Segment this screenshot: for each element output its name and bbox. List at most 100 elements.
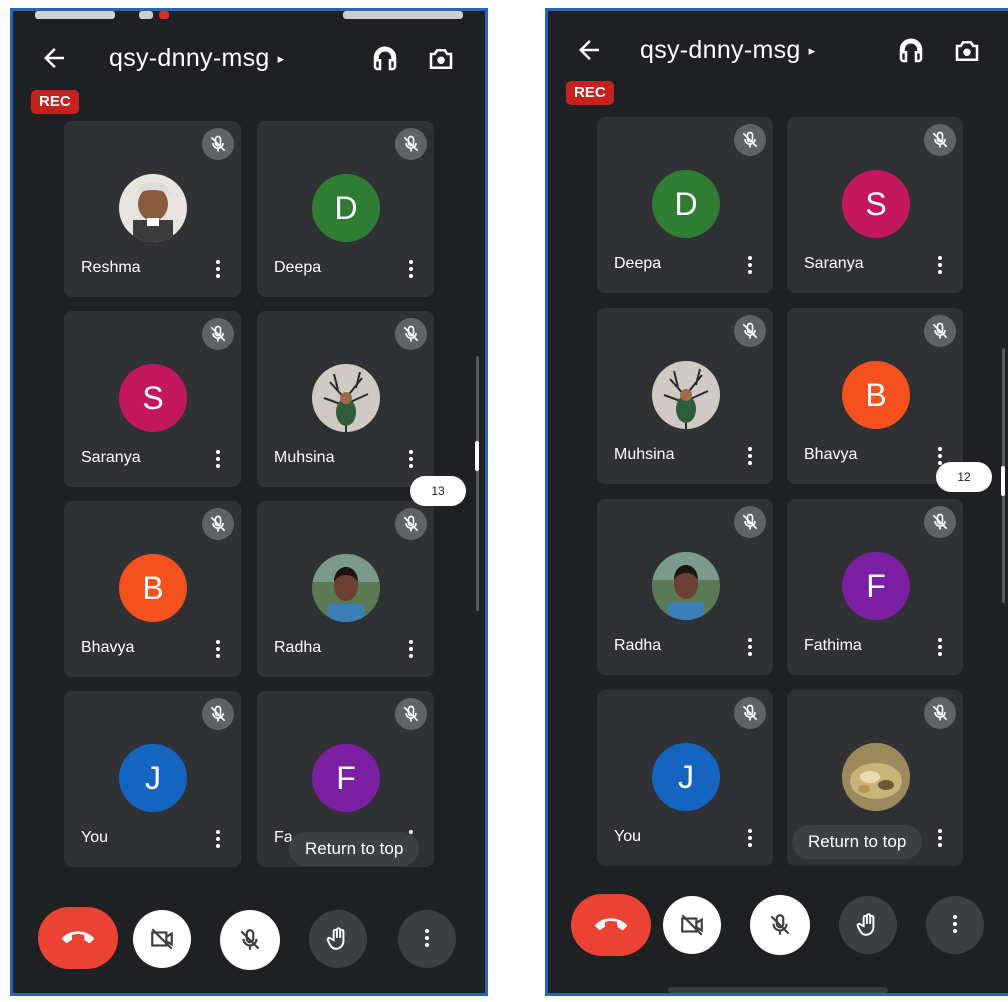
avatar-photo [312, 554, 380, 622]
more-vert-icon[interactable] [935, 254, 945, 276]
mic-off-icon [395, 508, 427, 540]
switch-camera-icon[interactable] [952, 36, 982, 66]
more-vert-icon[interactable] [213, 258, 223, 280]
mic-off-icon [395, 318, 427, 350]
avatar-initial: F [312, 744, 380, 812]
mic-off-icon [240, 929, 260, 950]
mic-off-icon [924, 697, 956, 729]
mic-off-icon [202, 128, 234, 160]
more-vert-icon[interactable] [935, 636, 945, 658]
camera-toggle-button[interactable] [133, 910, 191, 968]
raise-hand-button[interactable] [839, 896, 897, 954]
mic-off-icon [395, 128, 427, 160]
end-call-button[interactable] [38, 907, 118, 969]
scrollbar-thumb[interactable] [475, 441, 479, 471]
more-vert-icon [422, 927, 432, 949]
participant-page-count: 13 [410, 476, 466, 506]
scrollbar-thumb[interactable] [1001, 466, 1005, 496]
more-vert-icon[interactable] [745, 636, 755, 658]
participant-tile[interactable]: S Saranya [64, 311, 241, 487]
participant-tile[interactable]: Muhsina [257, 311, 434, 487]
participant-name: Saranya [81, 449, 141, 466]
more-vert-icon[interactable] [406, 448, 416, 470]
caret-right-icon: ▸ [277, 51, 285, 67]
more-vert-icon[interactable] [406, 258, 416, 280]
recording-badge: REC [566, 81, 614, 105]
more-vert-icon[interactable] [745, 254, 755, 276]
participant-tile[interactable]: J You [64, 691, 241, 867]
call-header: qsy-dnny-msg ▸ [548, 25, 1008, 75]
participant-name: Muhsina [274, 449, 335, 466]
avatar-initial: J [119, 744, 187, 812]
more-vert-icon[interactable] [745, 445, 755, 467]
raise-hand-button[interactable] [309, 910, 367, 968]
participant-name: Deepa [274, 259, 322, 276]
headphones-icon[interactable] [896, 36, 926, 66]
caret-right-icon: ▸ [808, 43, 816, 59]
more-vert-icon[interactable] [213, 448, 223, 470]
participant-name: Bhavya [81, 639, 135, 656]
mic-off-icon [734, 124, 766, 156]
participant-name: You [81, 829, 108, 846]
participant-tile[interactable]: D Deepa [597, 117, 773, 293]
more-vert-icon[interactable] [213, 638, 223, 660]
more-vert-icon[interactable] [745, 827, 755, 849]
avatar-initial: B [842, 361, 910, 429]
participant-tile[interactable]: B Bhavya [64, 501, 241, 677]
participant-name: Radha [274, 639, 322, 656]
end-call-button[interactable] [571, 894, 651, 956]
microphone-toggle-button[interactable] [220, 910, 280, 970]
mic-off-icon [924, 315, 956, 347]
back-arrow-icon[interactable] [39, 43, 69, 73]
avatar-initial: S [119, 364, 187, 432]
return-to-top-button[interactable]: Return to top [792, 825, 923, 859]
participant-name: Saranya [804, 255, 864, 272]
scroll-track [476, 356, 479, 611]
participant-name: Reshma [81, 259, 141, 276]
mic-off-icon [734, 697, 766, 729]
participant-name: Fathima [804, 637, 862, 654]
meeting-code-title[interactable]: qsy-dnny-msg ▸ [640, 35, 815, 66]
phone-screen-left: qsy-dnny-msg ▸ REC Reshma D Deepa S Saranya Mu… [10, 8, 488, 996]
mic-off-icon [924, 124, 956, 156]
participant-tile[interactable]: D Deepa [257, 121, 434, 297]
avatar-initial: S [842, 170, 910, 238]
participant-name: You [614, 828, 641, 845]
microphone-toggle-button[interactable] [750, 895, 810, 955]
mic-off-icon [395, 698, 427, 730]
switch-camera-icon[interactable] [426, 44, 456, 74]
more-vert-icon[interactable] [213, 828, 223, 850]
back-arrow-icon[interactable] [574, 35, 604, 65]
avatar-initial: D [652, 170, 720, 238]
participant-tile[interactable]: J You [597, 690, 773, 866]
participant-tile[interactable]: Reshma [64, 121, 241, 297]
participant-name: Bhavya [804, 446, 858, 463]
more-vert-icon[interactable] [935, 827, 945, 849]
participant-tile[interactable]: S Saranya [787, 117, 963, 293]
more-vert-icon[interactable] [406, 638, 416, 660]
camera-toggle-button[interactable] [663, 896, 721, 954]
hand-icon [326, 927, 345, 950]
participant-tile[interactable]: Radha [597, 499, 773, 675]
avatar-initial: D [312, 174, 380, 242]
participant-tile[interactable]: Muhsina [597, 308, 773, 484]
mic-off-icon [770, 914, 790, 935]
participant-tile[interactable]: B Bhavya [787, 308, 963, 484]
avatar-photo [119, 174, 187, 242]
avatar-photo [312, 364, 380, 432]
mic-off-icon [734, 506, 766, 538]
participant-tile[interactable]: F Fathima [787, 499, 963, 675]
more-options-button[interactable] [926, 896, 984, 954]
avatar-initial: B [119, 554, 187, 622]
avatar-initial: J [652, 743, 720, 811]
meeting-code-text: qsy-dnny-msg [109, 44, 270, 72]
more-options-button[interactable] [398, 910, 456, 968]
headphones-icon[interactable] [370, 44, 400, 74]
mic-off-icon [734, 315, 766, 347]
meeting-code-title[interactable]: qsy-dnny-msg ▸ [109, 43, 284, 74]
return-to-top-button[interactable]: Return to top [289, 832, 420, 866]
participant-tile[interactable]: Radha [257, 501, 434, 677]
avatar-initial: F [842, 552, 910, 620]
avatar-photo [652, 361, 720, 429]
call-header: qsy-dnny-msg ▸ [13, 33, 485, 83]
